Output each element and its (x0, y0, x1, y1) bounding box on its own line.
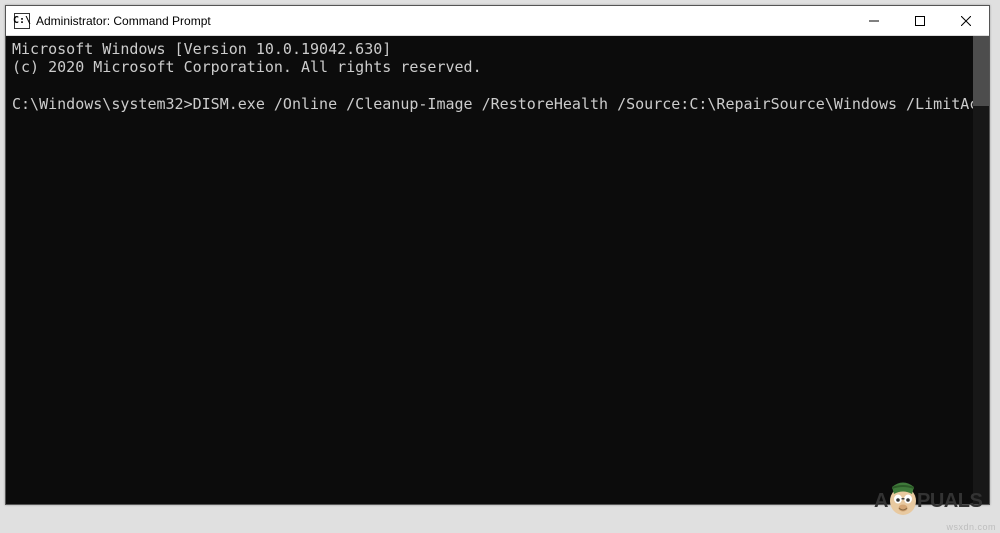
terminal-area: Microsoft Windows [Version 10.0.19042.63… (6, 36, 989, 504)
scrollbar-thumb[interactable] (973, 36, 989, 106)
command-prompt-window: C:\ Administrator: Command Prompt Micros… (5, 5, 990, 505)
wm-before: A (874, 490, 888, 512)
window-controls (851, 6, 989, 35)
command-text: DISM.exe /Online /Cleanup-Image /Restore… (193, 95, 973, 113)
svg-text:A: A (874, 490, 888, 512)
terminal-output[interactable]: Microsoft Windows [Version 10.0.19042.63… (6, 36, 973, 504)
titlebar[interactable]: C:\ Administrator: Command Prompt (6, 6, 989, 36)
minimize-icon (869, 16, 879, 26)
version-line: Microsoft Windows [Version 10.0.19042.63… (12, 40, 391, 58)
prompt: C:\Windows\system32> (12, 95, 193, 113)
copyright-line: (c) 2020 Microsoft Corporation. All righ… (12, 58, 482, 76)
window-title: Administrator: Command Prompt (36, 14, 851, 28)
watermark-site: wsxdn.com (946, 522, 996, 532)
svg-text:PUALS: PUALS (917, 490, 982, 512)
watermark: A PUALS (874, 477, 994, 519)
minimize-button[interactable] (851, 6, 897, 35)
maximize-icon (915, 16, 925, 26)
wm-after: PUALS (917, 490, 982, 512)
app-icon-label: C:\ (13, 15, 31, 26)
app-icon: C:\ (14, 13, 30, 29)
mascot-icon (890, 483, 916, 516)
close-icon (961, 16, 971, 26)
close-button[interactable] (943, 6, 989, 35)
maximize-button[interactable] (897, 6, 943, 35)
vertical-scrollbar[interactable] (973, 36, 989, 504)
